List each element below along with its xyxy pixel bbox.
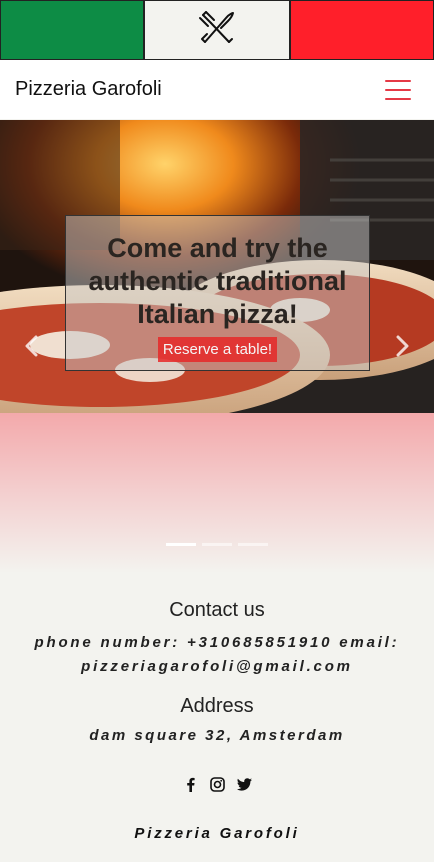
chevron-right-icon[interactable] — [388, 332, 418, 364]
carousel-indicator-1[interactable] — [166, 543, 196, 546]
contact-title: Contact us — [169, 599, 265, 621]
flag-header — [0, 0, 434, 60]
hamburger-menu-icon[interactable] — [385, 79, 411, 100]
chevron-left-icon[interactable] — [16, 332, 46, 364]
address-title: Address — [180, 695, 254, 717]
flag-green-stripe — [0, 0, 144, 60]
social-links — [0, 776, 434, 792]
reserve-table-button[interactable]: Reserve a table! — [157, 337, 278, 362]
hamburger-line — [385, 88, 411, 91]
flag-red-stripe — [290, 0, 434, 60]
crossed-fork-knife-icon — [197, 8, 237, 53]
contact-text: phone number: +310685851910 email: pizze… — [34, 634, 400, 675]
hero-caption: Come and try the authentic traditional I… — [65, 215, 370, 371]
facebook-icon[interactable] — [183, 776, 198, 792]
carousel-indicator-2[interactable] — [202, 543, 232, 546]
hero-headline: Come and try the authentic traditional I… — [88, 233, 347, 329]
instagram-icon[interactable] — [209, 776, 225, 792]
flag-white-stripe — [144, 0, 290, 60]
address-text: dam square 32, Amsterdam — [89, 727, 345, 744]
hero-carousel: Come and try the authentic traditional I… — [0, 120, 434, 413]
twitter-icon[interactable] — [236, 776, 252, 792]
footer: Contact us phone number: +310685851910 e… — [0, 573, 434, 862]
gradient-band — [0, 413, 434, 573]
navbar: Pizzeria Garofoli — [0, 60, 434, 119]
navbar-brand[interactable]: Pizzeria Garofoli — [15, 78, 162, 101]
hamburger-line — [385, 79, 411, 82]
carousel-indicators — [0, 543, 434, 546]
footer-brand: Pizzeria Garofoli — [134, 825, 300, 842]
carousel-indicator-3[interactable] — [238, 543, 268, 546]
hamburger-line — [385, 97, 411, 100]
